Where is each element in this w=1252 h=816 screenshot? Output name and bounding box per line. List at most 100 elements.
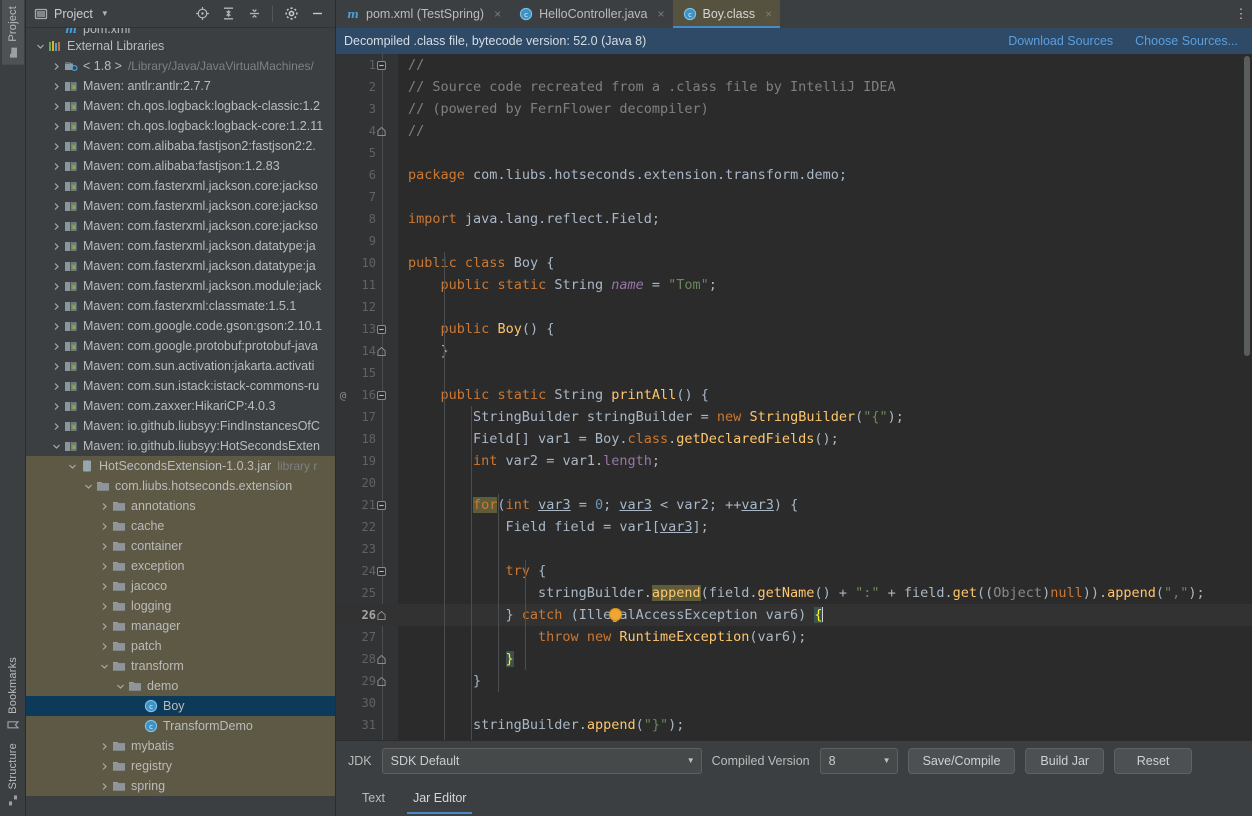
tree-item[interactable]: Maven: io.github.liubsyy:HotSecondsExten [26, 436, 335, 456]
tree-item[interactable]: spring [26, 776, 335, 796]
gutter-row[interactable]: 8 [336, 208, 398, 230]
tree-item[interactable]: exception [26, 556, 335, 576]
tree-item[interactable]: Maven: com.sun.istack:istack-commons-ru [26, 376, 335, 396]
close-icon[interactable]: × [658, 7, 665, 21]
tree-item[interactable]: Maven: com.alibaba.fastjson2:fastjson2:2… [26, 136, 335, 156]
tree-item[interactable]: Maven: ch.qos.logback:logback-classic:1.… [26, 96, 335, 116]
fold-collapse-icon[interactable] [376, 324, 390, 335]
chevron-down-icon[interactable]: ▼ [101, 9, 109, 18]
tree-item[interactable]: External Libraries [26, 36, 335, 56]
tree-item[interactable]: Maven: com.sun.activation:jakarta.activa… [26, 356, 335, 376]
gutter-row[interactable]: 15 [336, 362, 398, 384]
code-line[interactable]: import java.lang.reflect.Field; [398, 208, 1252, 230]
chevron-down-icon[interactable] [34, 42, 47, 51]
gutter-row[interactable]: 12 [336, 296, 398, 318]
tree-item[interactable]: demo [26, 676, 335, 696]
tree-item[interactable]: < 1.8 > /Library/Java/JavaVirtualMachines… [26, 56, 335, 76]
chevron-right-icon[interactable] [98, 502, 111, 511]
code-line[interactable] [398, 142, 1252, 164]
chevron-right-icon[interactable] [50, 202, 63, 211]
code-line[interactable]: int var2 = var1.length; [398, 450, 1252, 472]
rail-item-structure[interactable]: Structure [2, 737, 24, 812]
chevron-right-icon[interactable] [98, 602, 111, 611]
chevron-right-icon[interactable] [50, 402, 63, 411]
override-marker-icon[interactable]: @ [336, 389, 350, 402]
gutter-row[interactable]: 10 [336, 252, 398, 274]
code-content[interactable]: //// Source code recreated from a .class… [398, 54, 1252, 740]
tree-item[interactable]: Maven: com.fasterxml.jackson.core:jackso [26, 196, 335, 216]
fold-collapse-icon[interactable] [376, 60, 390, 71]
chevron-right-icon[interactable] [50, 182, 63, 191]
code-line[interactable] [398, 362, 1252, 384]
editor-gutter[interactable]: 1 2 3 4 5 6 7 8 9 10 11 12 13 14 15 @16 17 18 19 20 21 22 23 24… [336, 54, 398, 740]
code-line[interactable]: StringBuilder stringBuilder = new String… [398, 406, 1252, 428]
close-icon[interactable]: × [494, 7, 501, 21]
more-options-icon[interactable]: ⋮ [1230, 0, 1252, 28]
gutter-row[interactable]: 25 [336, 582, 398, 604]
code-line[interactable]: package com.liubs.hotseconds.extension.t… [398, 164, 1252, 186]
tree-item[interactable]: Maven: com.alibaba:fastjson:1.2.83 [26, 156, 335, 176]
code-line[interactable]: } catch (IllegalAccessException var6) { [398, 604, 1252, 626]
code-editor[interactable]: 1 2 3 4 5 6 7 8 9 10 11 12 13 14 15 @16 17 18 19 20 21 22 23 24… [336, 54, 1252, 740]
code-line[interactable]: public class Boy { [398, 252, 1252, 274]
code-line[interactable] [398, 230, 1252, 252]
code-line[interactable] [398, 538, 1252, 560]
gutter-row[interactable]: 23 [336, 538, 398, 560]
gutter-row[interactable]: 7 [336, 186, 398, 208]
tree-item[interactable]: com.liubs.hotseconds.extension [26, 476, 335, 496]
fold-collapse-icon[interactable] [376, 566, 390, 577]
code-line[interactable]: try { [398, 560, 1252, 582]
tree-item[interactable]: registry [26, 756, 335, 776]
chevron-right-icon[interactable] [98, 622, 111, 631]
chevron-right-icon[interactable] [50, 62, 63, 71]
locate-icon[interactable] [194, 6, 210, 22]
chevron-right-icon[interactable] [50, 422, 63, 431]
code-line[interactable]: return stringBuilder.toString(); [398, 736, 1252, 740]
collapse-all-icon[interactable] [246, 6, 262, 22]
gutter-row[interactable]: @16 [336, 384, 398, 406]
chevron-right-icon[interactable] [50, 262, 63, 271]
tree-item[interactable]: Maven: com.google.protobuf:protobuf-java [26, 336, 335, 356]
chevron-right-icon[interactable] [98, 642, 111, 651]
gutter-row[interactable]: 21 [336, 494, 398, 516]
tab-jar-editor[interactable]: Jar Editor [399, 780, 481, 816]
choose-sources-link[interactable]: Choose Sources... [1135, 34, 1238, 48]
code-line[interactable]: } [398, 670, 1252, 692]
gutter-row[interactable]: 9 [336, 230, 398, 252]
chevron-right-icon[interactable] [98, 742, 111, 751]
rail-item-project[interactable]: Project [1, 0, 24, 65]
tree-item[interactable]: Maven: com.fasterxml.jackson.datatype:ja [26, 256, 335, 276]
expand-all-icon[interactable] [220, 6, 236, 22]
chevron-right-icon[interactable] [98, 522, 111, 531]
tree-item[interactable]: container [26, 536, 335, 556]
gutter-row[interactable]: 5 [336, 142, 398, 164]
gutter-row[interactable]: 24 [336, 560, 398, 582]
code-line[interactable]: Field[] var1 = Boy.class.getDeclaredFiel… [398, 428, 1252, 450]
gutter-row[interactable]: 29 [336, 670, 398, 692]
fold-end-icon[interactable] [376, 126, 390, 137]
code-line[interactable]: public static String name = "Tom"; [398, 274, 1252, 296]
tree-item[interactable]: Maven: ch.qos.logback:logback-core:1.2.1… [26, 116, 335, 136]
chevron-right-icon[interactable] [98, 582, 111, 591]
editor-tab[interactable]: c Boy.class × [672, 0, 781, 28]
gutter-row[interactable]: 18 [336, 428, 398, 450]
chevron-right-icon[interactable] [50, 302, 63, 311]
chevron-right-icon[interactable] [98, 762, 111, 771]
gutter-row[interactable]: 17 [336, 406, 398, 428]
chevron-right-icon[interactable] [50, 162, 63, 171]
chevron-right-icon[interactable] [98, 542, 111, 551]
chevron-right-icon[interactable] [50, 242, 63, 251]
tree-item[interactable]: Maven: com.zaxxer:HikariCP:4.0.3 [26, 396, 335, 416]
tree-item[interactable]: Maven: com.fasterxml.jackson.core:jackso [26, 176, 335, 196]
download-sources-link[interactable]: Download Sources [1008, 34, 1113, 48]
chevron-right-icon[interactable] [50, 342, 63, 351]
tree-item[interactable]: transform [26, 656, 335, 676]
gutter-row[interactable]: 1 [336, 54, 398, 76]
gutter-row[interactable]: 26 [336, 604, 398, 626]
chevron-right-icon[interactable] [50, 82, 63, 91]
code-line[interactable]: stringBuilder.append(field.getName() + "… [398, 582, 1252, 604]
code-line[interactable]: // [398, 54, 1252, 76]
editor-tab[interactable]: c HelloController.java × [509, 0, 672, 28]
chevron-right-icon[interactable] [50, 142, 63, 151]
tree-item[interactable]: logging [26, 596, 335, 616]
